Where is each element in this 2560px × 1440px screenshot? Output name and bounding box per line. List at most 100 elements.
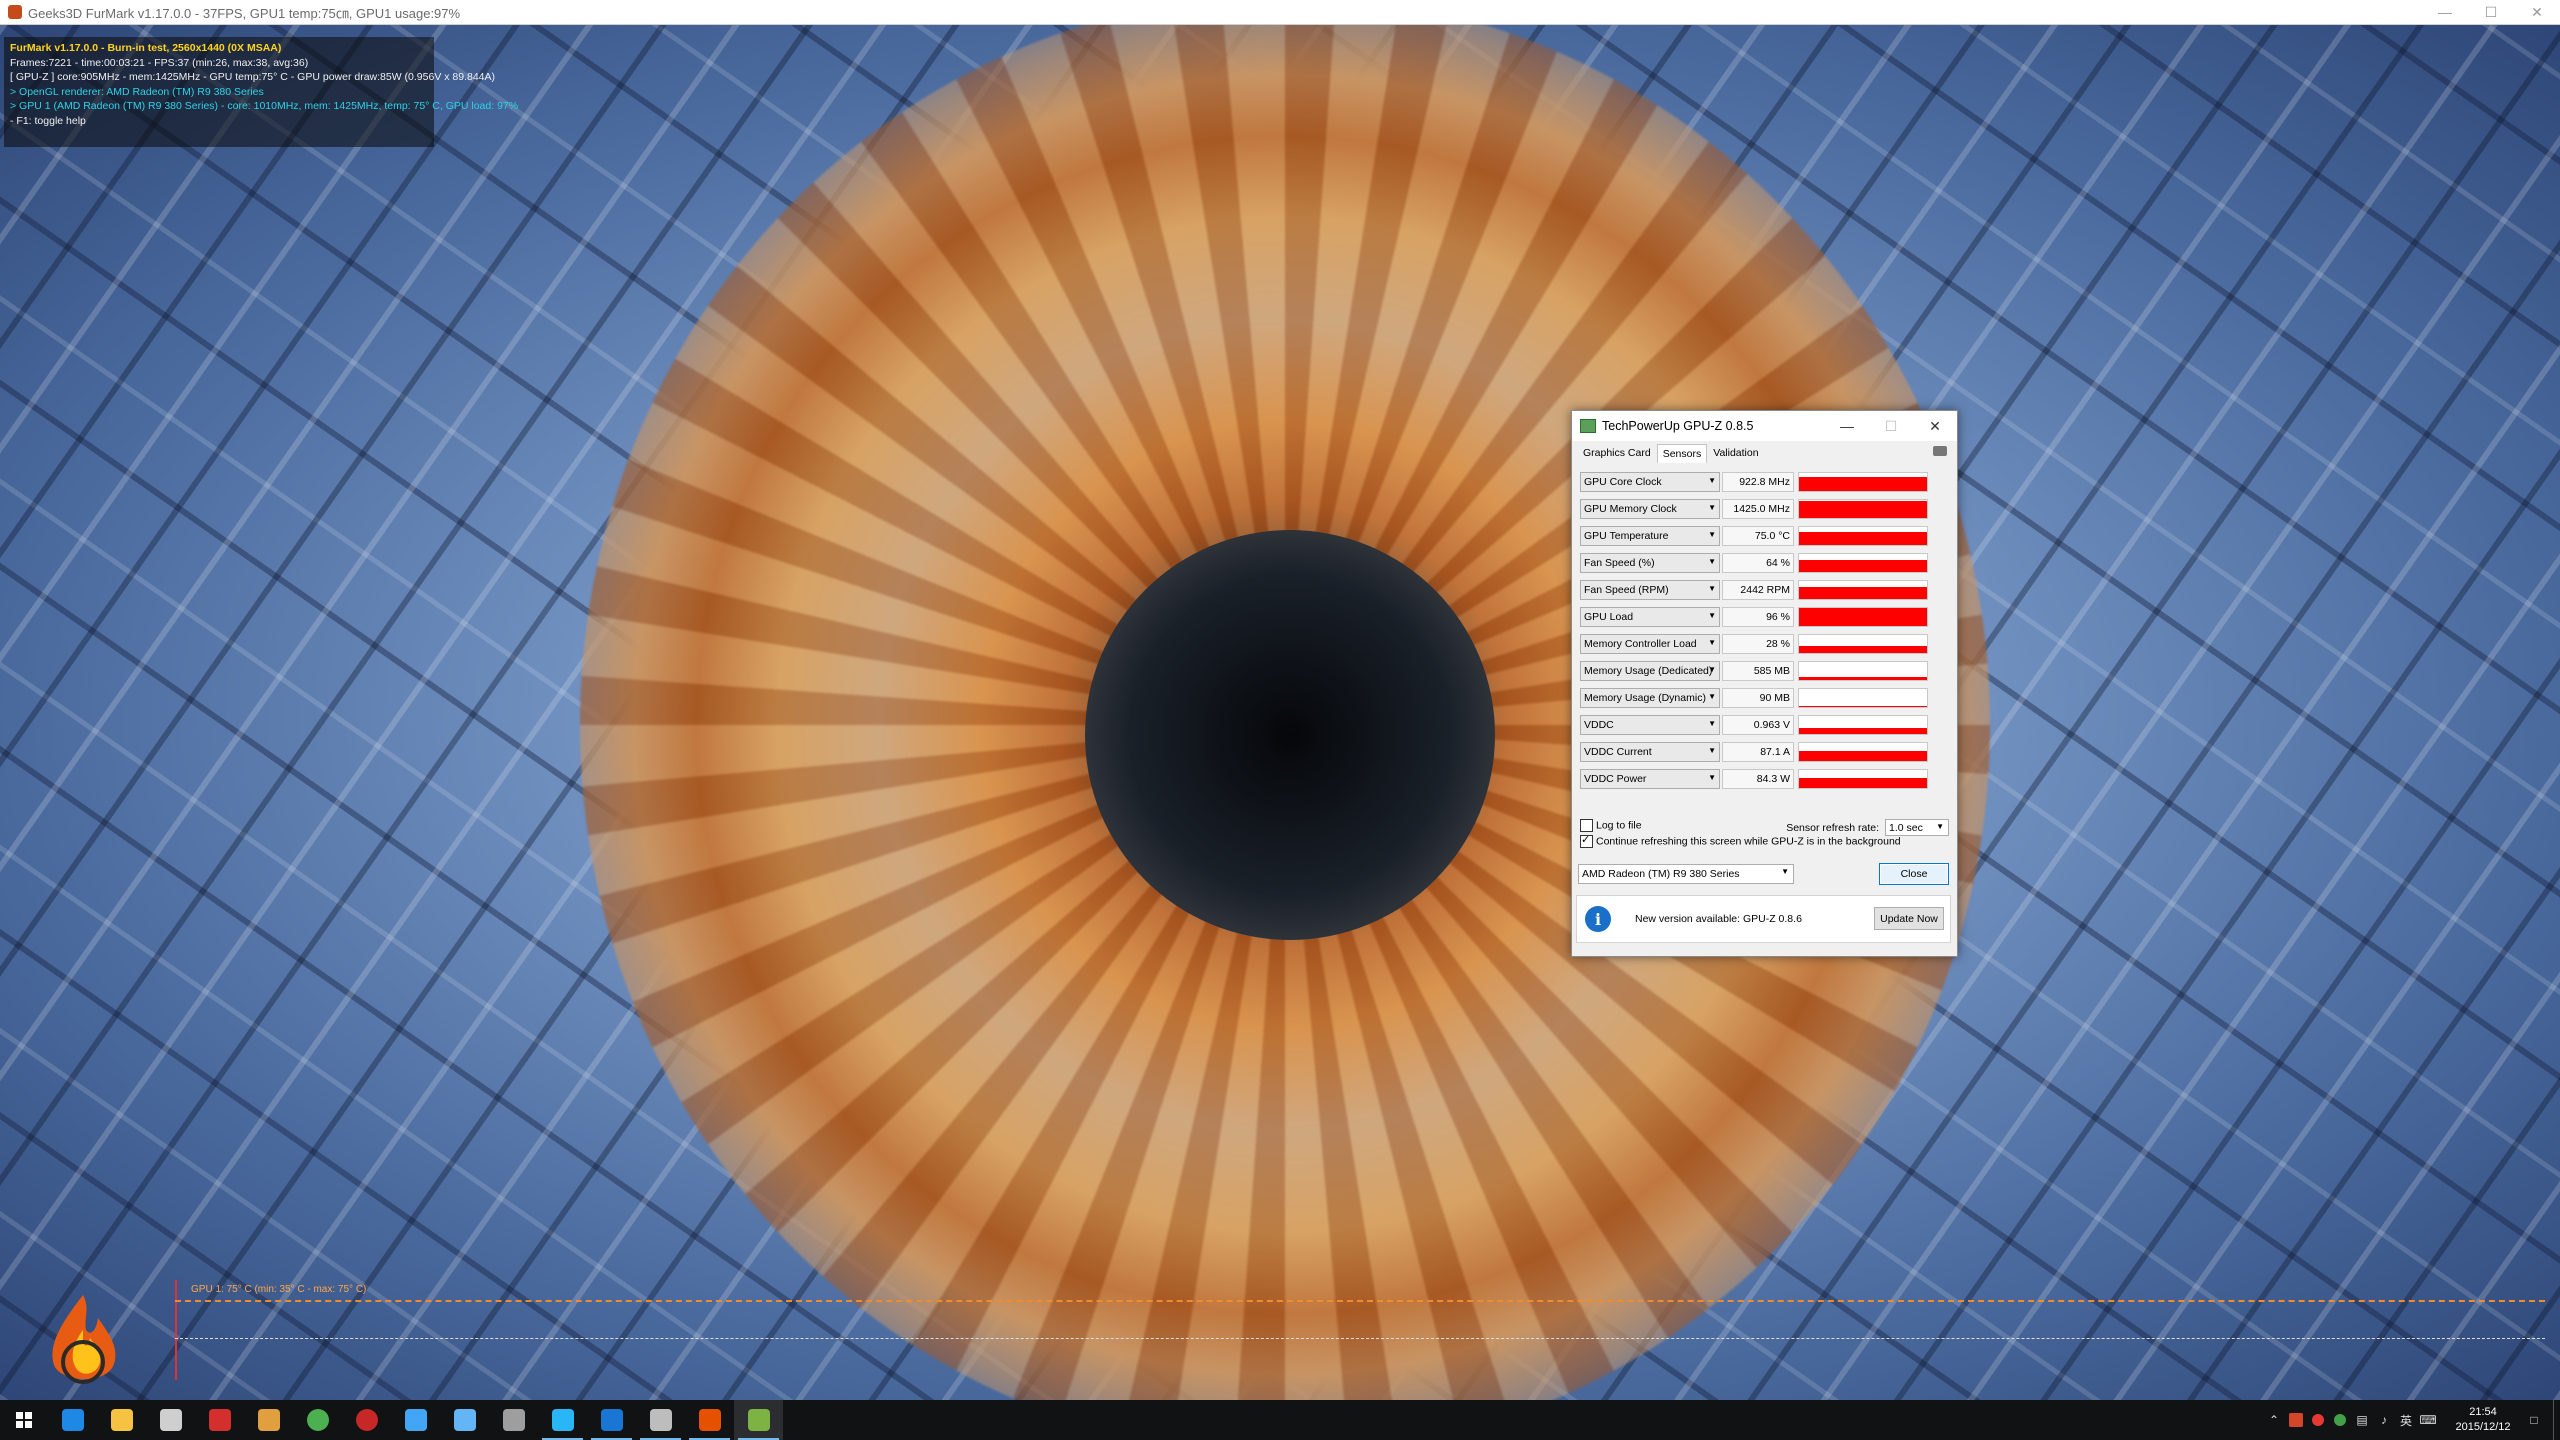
taskbar-app-button[interactable]	[146, 1400, 195, 1440]
app-circle-icon	[355, 1409, 378, 1431]
chevron-down-icon: ▼	[1708, 610, 1716, 620]
continue-refresh-checkbox[interactable]	[1580, 833, 1593, 848]
taskbar-app-button[interactable]	[587, 1400, 636, 1440]
sensor-value: 28 %	[1722, 633, 1794, 654]
chevron-down-icon: ▼	[1708, 475, 1716, 485]
sensor-row: GPU Memory Clock ▼ 1425.0 MHz	[1580, 495, 1951, 522]
taskbar-app-button[interactable]	[440, 1400, 489, 1440]
continue-refresh-option[interactable]: Continue refreshing this screen while GP…	[1580, 833, 1949, 848]
sensor-value: 64 %	[1722, 552, 1794, 573]
continue-refresh-label: Continue refreshing this screen while GP…	[1596, 835, 1901, 848]
log-to-file-checkbox[interactable]	[1580, 819, 1593, 832]
app-red-icon	[208, 1409, 231, 1431]
temperature-graph: GPU 1: 75° C (min: 35° C - max: 75° C)	[175, 1280, 2545, 1380]
tray-green-icon[interactable]	[2329, 1400, 2351, 1440]
sensor-name-dropdown[interactable]: VDDC Current ▼	[1580, 741, 1720, 762]
gpuz-minimize-button[interactable]: —	[1825, 411, 1869, 441]
sensor-graph	[1798, 714, 1928, 735]
sensor-name-dropdown[interactable]: GPU Memory Clock ▼	[1580, 498, 1720, 519]
screenshot-camera-icon[interactable]	[1933, 446, 1947, 456]
tray-red-icon[interactable]	[2307, 1400, 2329, 1440]
graph-temp-label: GPU 1: 75° C (min: 35° C - max: 75° C)	[191, 1284, 367, 1295]
network-icon[interactable]: ▤	[2351, 1400, 2373, 1440]
sensor-name: VDDC	[1584, 718, 1614, 731]
update-now-button[interactable]: Update Now	[1874, 907, 1944, 930]
taskbar-app-button[interactable]	[195, 1400, 244, 1440]
clock[interactable]: 21:54 2015/12/12	[2443, 1405, 2523, 1435]
sensor-name-dropdown[interactable]: Memory Usage (Dedicated) ▼	[1580, 660, 1720, 681]
sensor-graph	[1798, 525, 1928, 546]
sensor-name-dropdown[interactable]: Memory Controller Load ▼	[1580, 633, 1720, 654]
graph-marker-line	[175, 1280, 177, 1380]
update-message: New version available: GPU-Z 0.8.6	[1635, 913, 1802, 925]
sensor-graph	[1798, 552, 1928, 573]
chevron-down-icon: ▼	[1708, 745, 1716, 755]
chevron-down-icon: ▼	[1708, 718, 1716, 728]
sensor-name-dropdown[interactable]: Fan Speed (%) ▼	[1580, 552, 1720, 573]
gpuz-titlebar: TechPowerUp GPU-Z 0.8.5 — ☐ ✕	[1572, 411, 1957, 441]
sensor-name-dropdown[interactable]: GPU Temperature ▼	[1580, 525, 1720, 546]
sensor-value: 75.0 °C	[1722, 525, 1794, 546]
taskbar-app-button[interactable]	[391, 1400, 440, 1440]
taskbar-app-button[interactable]	[244, 1400, 293, 1440]
ime-indicator[interactable]: 英	[2395, 1400, 2417, 1440]
taskbar-app-button[interactable]	[538, 1400, 587, 1440]
taskbar-app-button[interactable]	[734, 1400, 783, 1440]
graph-temp-line	[175, 1300, 2545, 1302]
tab-validation[interactable]: Validation	[1707, 443, 1764, 463]
refresh-rate-dropdown[interactable]: 1.0 sec ▼	[1885, 819, 1949, 836]
keyboard-icon[interactable]: ⌨	[2417, 1400, 2439, 1440]
taskbar-app-button[interactable]	[489, 1400, 538, 1440]
sensor-name-dropdown[interactable]: GPU Core Clock ▼	[1580, 471, 1720, 492]
graph-baseline	[175, 1338, 2545, 1339]
sensor-graph	[1798, 687, 1928, 708]
show-hidden-icons-chevron[interactable]: ⌃	[2263, 1400, 2285, 1440]
sensor-name-dropdown[interactable]: VDDC ▼	[1580, 714, 1720, 735]
chevron-down-icon: ▼	[1936, 822, 1944, 831]
taskbar-app-button[interactable]	[97, 1400, 146, 1440]
chevron-down-icon: ▼	[1708, 772, 1716, 782]
tray-app-icon[interactable]	[2285, 1400, 2307, 1440]
close-button[interactable]: Close	[1879, 863, 1949, 885]
chevron-down-icon: ▼	[1708, 529, 1716, 539]
gpuz-close-icon[interactable]: ✕	[1913, 411, 1957, 441]
volume-icon[interactable]: ♪	[2373, 1400, 2395, 1440]
app-blue-icon	[404, 1409, 427, 1431]
clock-time: 21:54	[2469, 1406, 2497, 1418]
app-settings-icon	[453, 1409, 476, 1431]
maximize-button[interactable]: ☐	[2468, 0, 2514, 24]
sensor-name-dropdown[interactable]: Memory Usage (Dynamic) ▼	[1580, 687, 1720, 708]
sensor-graph-fill	[1799, 705, 1927, 707]
taskbar-app-button[interactable]	[342, 1400, 391, 1440]
gpuz-maximize-button[interactable]: ☐	[1869, 411, 1913, 441]
sensor-row: VDDC Current ▼ 87.1 A	[1580, 738, 1951, 765]
info-line-frames: Frames:7221 - time:00:03:21 - FPS:37 (mi…	[10, 56, 309, 69]
app-monitor-icon	[551, 1409, 574, 1431]
sensor-row: Memory Usage (Dynamic) ▼ 90 MB	[1580, 684, 1951, 711]
taskbar-app-button[interactable]	[293, 1400, 342, 1440]
start-button[interactable]	[0, 1400, 48, 1440]
taskbar-app-button[interactable]	[685, 1400, 734, 1440]
minimize-button[interactable]: —	[2422, 0, 2468, 24]
sensor-name: GPU Temperature	[1584, 529, 1669, 542]
sensor-value: 585 MB	[1722, 660, 1794, 681]
gpu-select-dropdown[interactable]: AMD Radeon (TM) R9 380 Series ▼	[1578, 864, 1794, 884]
sensor-name-dropdown[interactable]: VDDC Power ▼	[1580, 768, 1720, 789]
sensor-graph-fill	[1799, 676, 1927, 680]
action-center-icon[interactable]: □	[2523, 1400, 2545, 1440]
sensor-name-dropdown[interactable]: Fan Speed (RPM) ▼	[1580, 579, 1720, 600]
store-icon	[159, 1409, 182, 1431]
tab-graphics-card[interactable]: Graphics Card	[1577, 443, 1657, 463]
chevron-down-icon: ▼	[1708, 502, 1716, 512]
close-button[interactable]: ✕	[2514, 0, 2560, 24]
info-line-gpu1: > GPU 1 (AMD Radeon (TM) R9 380 Series) …	[10, 100, 519, 112]
tab-sensors[interactable]: Sensors	[1656, 444, 1708, 463]
app-browser-icon	[600, 1409, 623, 1431]
sensor-name-dropdown[interactable]: GPU Load ▼	[1580, 606, 1720, 627]
taskbar-app-button[interactable]	[48, 1400, 97, 1440]
taskbar-app-button[interactable]	[636, 1400, 685, 1440]
windows-logo-icon	[16, 1412, 32, 1428]
log-to-file-label: Log to file	[1596, 819, 1642, 832]
show-desktop-button[interactable]	[2553, 1400, 2560, 1440]
sensor-row: GPU Temperature ▼ 75.0 °C	[1580, 522, 1951, 549]
